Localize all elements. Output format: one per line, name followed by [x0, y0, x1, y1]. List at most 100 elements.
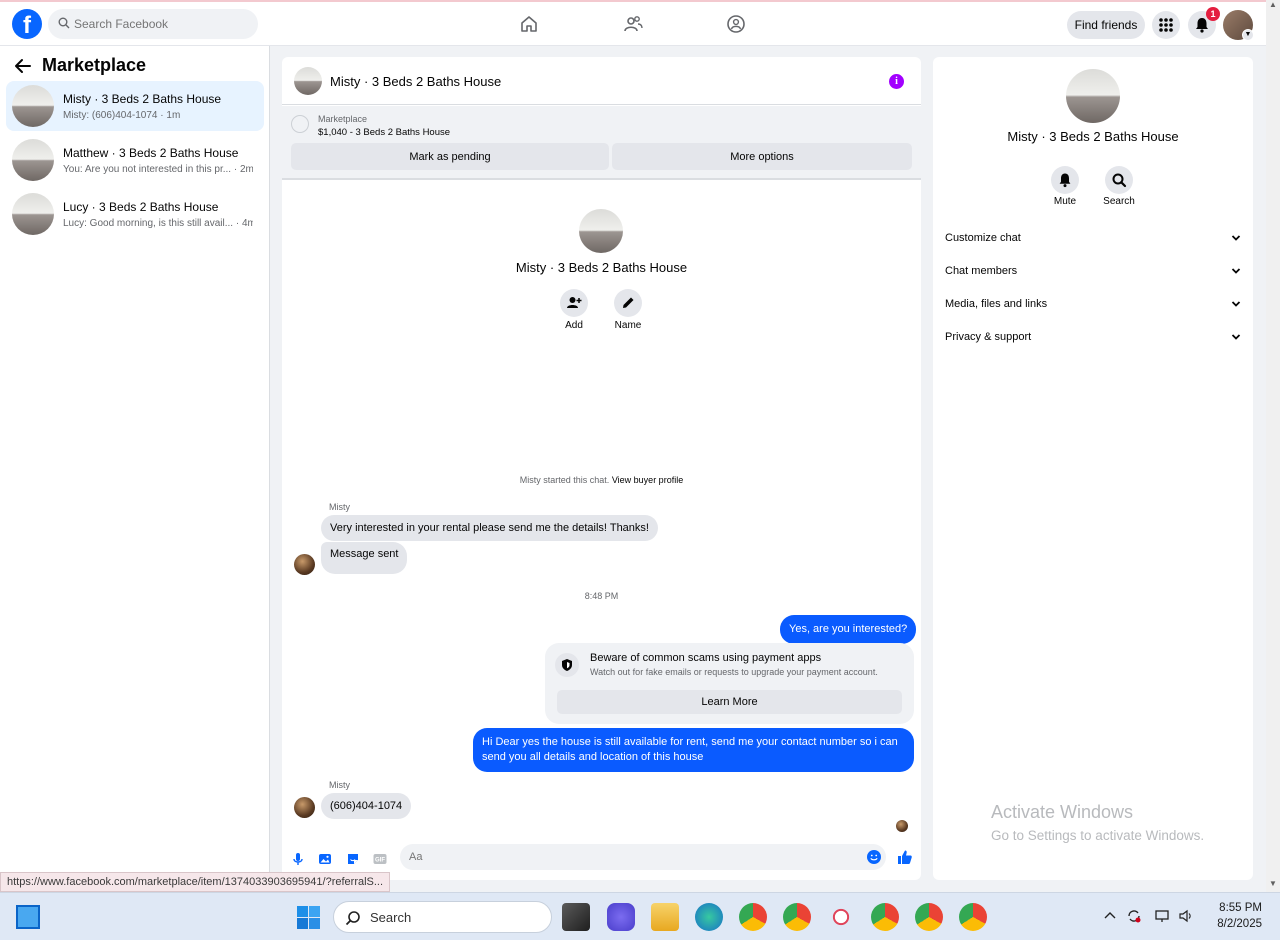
chrome-icon[interactable]: [959, 903, 987, 931]
chrome-icon[interactable]: [783, 903, 811, 931]
message-input[interactable]: [400, 844, 886, 870]
facebook-logo[interactable]: f: [12, 9, 42, 39]
chrome-icon[interactable]: [871, 903, 899, 931]
conversation-title: Misty · 3 Beds 2 Baths House: [63, 92, 222, 106]
media-files-links-row[interactable]: Media, files and links: [945, 292, 1241, 318]
search-input[interactable]: [74, 9, 254, 39]
chrome-icon[interactable]: [915, 903, 943, 931]
shield-icon: [562, 659, 572, 671]
conversation-preview: You: Are you not interested in this pr..…: [63, 164, 253, 175]
warning-subtitle: Watch out for fake emails or requests to…: [590, 667, 878, 677]
seen-indicator-avatar: [896, 820, 908, 832]
section-label: Media, files and links: [945, 298, 1048, 310]
home-icon[interactable]: [519, 14, 539, 34]
outgoing-message[interactable]: Hi Dear yes the house is still available…: [473, 728, 914, 772]
microphone-icon[interactable]: [290, 851, 306, 867]
view-buyer-profile-link[interactable]: View buyer profile: [612, 475, 683, 485]
pencil-icon: [623, 297, 634, 308]
more-options-button[interactable]: More options: [612, 143, 912, 170]
add-member-button[interactable]: [560, 289, 588, 317]
menu-button[interactable]: [1152, 11, 1180, 39]
outgoing-message[interactable]: Yes, are you interested?: [780, 615, 917, 644]
sticker-icon[interactable]: [345, 851, 361, 867]
emoji-icon[interactable]: [866, 849, 882, 865]
customize-chat-row[interactable]: Customize chat: [945, 226, 1241, 252]
chat-members-row[interactable]: Chat members: [945, 259, 1241, 285]
snipping-tool-icon[interactable]: [827, 903, 855, 931]
chevron-down-icon[interactable]: ▼: [1242, 29, 1254, 41]
listing-price[interactable]: $1,040 - 3 Beds 2 Baths House: [318, 127, 450, 138]
incoming-message[interactable]: Very interested in your rental please se…: [321, 515, 658, 541]
clock-time: 8:55 PM: [1219, 902, 1262, 914]
scroll-down-icon[interactable]: ▼: [1269, 879, 1277, 888]
message-timestamp: 8:48 PM: [584, 591, 619, 601]
edge-icon[interactable]: [695, 903, 723, 931]
top-navigation-bar: f Find friends 1 ▼: [0, 0, 1266, 46]
edit-name-button[interactable]: [614, 289, 642, 317]
page-scrollbar[interactable]: ▲ ▼: [1266, 0, 1280, 892]
chevron-down-icon: [1231, 268, 1241, 274]
taskbar-search-label: Search: [370, 910, 412, 925]
sender-avatar[interactable]: [294, 554, 315, 575]
search-icon: [1112, 173, 1127, 188]
conversation-item[interactable]: Misty · 3 Beds 2 Baths House Misty: (606…: [6, 81, 264, 131]
system-clock[interactable]: 8:55 PM 8/2/2025: [1204, 900, 1262, 932]
chat-avatar[interactable]: [294, 67, 322, 95]
activate-windows-subtitle: Go to Settings to activate Windows.: [991, 828, 1205, 843]
task-view-icon[interactable]: [562, 903, 590, 931]
warning-title: Beware of common scams using payment app…: [590, 652, 822, 664]
chevron-up-icon[interactable]: [1102, 908, 1118, 924]
photo-icon[interactable]: [317, 851, 333, 867]
mute-button[interactable]: [1051, 166, 1079, 194]
chrome-icon[interactable]: [739, 903, 767, 931]
scam-warning-card: Beware of common scams using payment app…: [545, 643, 914, 724]
file-explorer-icon[interactable]: [651, 903, 679, 931]
section-label: Privacy & support: [945, 331, 1032, 343]
grid-menu-icon: [1159, 18, 1173, 32]
gif-icon[interactable]: GIF: [372, 851, 388, 867]
thumbs-up-icon[interactable]: [896, 848, 914, 866]
chevron-down-icon: [1231, 301, 1241, 307]
volume-icon[interactable]: [1178, 908, 1194, 924]
sync-icon[interactable]: [1126, 908, 1142, 924]
clock-date: 8/2/2025: [1217, 918, 1262, 930]
section-label: Customize chat: [945, 232, 1021, 244]
conversation-item[interactable]: Lucy · 3 Beds 2 Baths House Lucy: Good m…: [6, 189, 264, 239]
back-arrow-icon[interactable]: [14, 58, 32, 74]
sender-name: Misty: [329, 780, 350, 790]
taskbar-search[interactable]: Search: [333, 901, 552, 933]
section-label: Chat members: [945, 265, 1018, 277]
chat-title[interactable]: Misty · 3 Beds 2 Baths House: [330, 74, 501, 89]
search-bar[interactable]: [48, 9, 258, 39]
conversation-preview: Misty: (606)404-1074 · 1m: [63, 110, 181, 121]
details-name: Misty · 3 Beds 2 Baths House: [1007, 129, 1179, 144]
network-icon[interactable]: [1154, 908, 1170, 924]
chevron-down-icon: [1231, 334, 1241, 340]
privacy-support-row[interactable]: Privacy & support: [945, 325, 1241, 351]
find-friends-button[interactable]: Find friends: [1067, 11, 1145, 39]
conversation-item[interactable]: Matthew · 3 Beds 2 Baths House You: Are …: [6, 135, 264, 185]
search-icon: [58, 17, 70, 29]
chat-started-note: Misty started this chat. View buyer prof…: [282, 475, 921, 485]
sender-avatar[interactable]: [294, 797, 315, 818]
add-label: Add: [565, 320, 583, 331]
mark-as-pending-button[interactable]: Mark as pending: [291, 143, 609, 170]
learn-more-button[interactable]: Learn More: [557, 690, 902, 714]
conversation-title: Matthew · 3 Beds 2 Baths House: [63, 146, 239, 160]
mute-label: Mute: [1053, 196, 1077, 207]
incoming-message[interactable]: (606)404-1074: [321, 793, 412, 819]
teams-icon[interactable]: [607, 903, 635, 931]
windows-start-icon[interactable]: [297, 906, 320, 929]
search-chat-button[interactable]: [1105, 166, 1133, 194]
incoming-message[interactable]: Message sent: [321, 542, 408, 574]
add-person-icon: [567, 297, 582, 308]
info-icon[interactable]: i: [889, 74, 904, 89]
chat-details-panel: Misty · 3 Beds 2 Baths House Mute Search…: [933, 57, 1253, 880]
friends-icon[interactable]: [623, 14, 643, 34]
scroll-up-icon[interactable]: ▲: [1269, 0, 1277, 9]
svg-text:GIF: GIF: [375, 858, 385, 864]
link-status-url: https://www.facebook.com/marketplace/ite…: [0, 872, 391, 892]
widgets-icon[interactable]: [16, 905, 40, 929]
notification-badge: 1: [1206, 7, 1220, 21]
groups-icon[interactable]: [726, 14, 746, 34]
